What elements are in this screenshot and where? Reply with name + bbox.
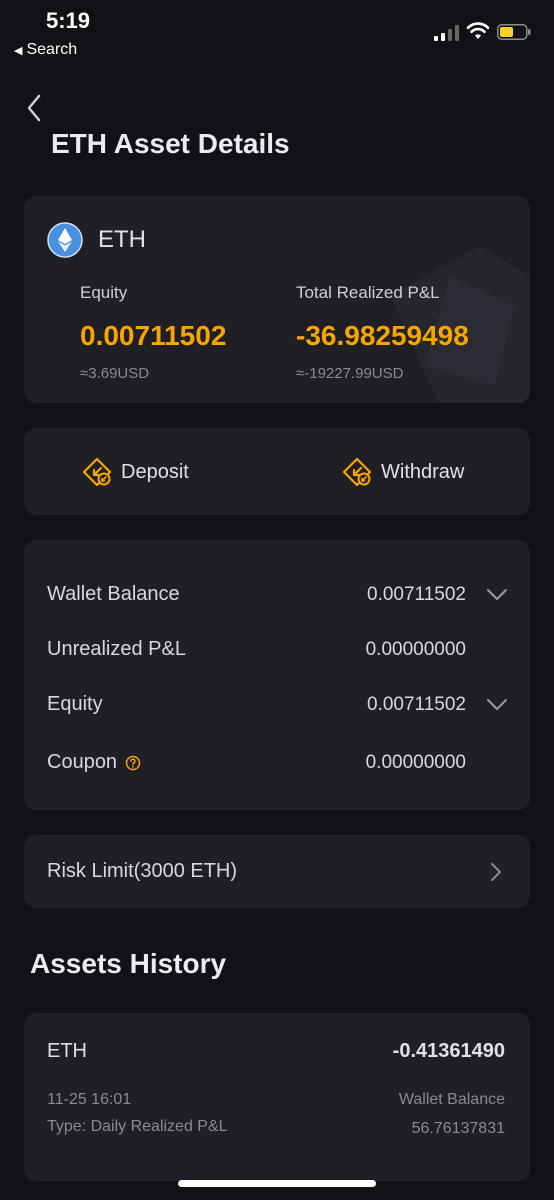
unrealized-pl-value: 0.00000000 [365,639,466,660]
history-item[interactable]: ETH -0.41361490 11-25 16:01 Type: Daily … [24,1013,530,1181]
history-type: Type: Daily Realized P&L [47,1118,228,1135]
risk-limit-label: Risk Limit(3000 ETH) [47,860,238,882]
chevron-right-icon [491,863,501,881]
unrealized-pl-label: Unrealized P&L [47,638,186,661]
home-indicator[interactable] [178,1180,376,1187]
status-back-search[interactable]: ◀ Search [14,41,77,59]
wallet-balance-value: 0.00711502 [367,584,466,605]
back-triangle-icon: ◀ [14,44,23,57]
balance-row-label: Unrealized P&L [47,638,186,660]
page-title: ETH Asset Details [51,128,290,159]
risk-limit-row[interactable]: Risk Limit(3000 ETH) [24,835,530,908]
equity-row-label: Equity [47,693,103,716]
history-coin: ETH [47,1040,87,1062]
coupon-value: 0.00000000 [365,752,466,773]
history-balance-label: Wallet Balance [398,1091,505,1108]
withdraw-label: Withdraw [381,460,465,483]
withdraw-button[interactable]: Withdraw [341,456,464,488]
assets-history-title: Assets History [30,948,227,979]
battery-icon [497,24,531,40]
equity-row-value: 0.00711502 [367,694,466,715]
status-time: 5:19 [46,8,91,33]
deposit-icon [82,457,112,487]
back-chevron-icon[interactable] [22,92,48,124]
wifi-icon [466,22,490,39]
balance-row-label: Coupon [47,751,118,773]
deposit-button[interactable]: Deposit [81,456,189,488]
balance-row-label: Equity [47,693,103,715]
equity-usd: ≈3.69USD [80,365,150,382]
question-circle-icon[interactable] [125,755,141,771]
wallet-balance-label: Wallet Balance [47,583,180,606]
deposit-label: Deposit [121,460,189,483]
coin-summary-card: ETH Equity 0.00711502 ≈3.69USD Total Rea… [24,196,530,403]
chevron-down-icon[interactable] [486,588,508,602]
history-time: 11-25 16:01 [47,1091,132,1108]
equity-label: Equity [80,283,128,302]
coin-name: ETH [98,226,146,253]
balance-row-label: Wallet Balance [47,583,180,605]
cellular-signal-icon [434,24,459,41]
status-back-label: Search [26,41,78,58]
realized-pl-label: Total Realized P&L [296,283,440,302]
history-amount: -0.41361490 [392,1040,505,1062]
actions-card: Deposit Withdraw [24,428,530,515]
realized-pl-value: -36.98259498 [296,320,469,351]
withdraw-icon [342,457,372,487]
chevron-down-icon[interactable] [486,698,508,712]
eth-coin-icon [47,222,83,258]
history-balance-value: 56.76137831 [411,1120,505,1137]
balances-card: Wallet Balance 0.00711502 Unrealized P&L… [24,540,530,810]
realized-pl-usd: ≈-19227.99USD [296,365,404,382]
coupon-label: Coupon [47,751,141,774]
equity-value: 0.00711502 [80,320,227,351]
